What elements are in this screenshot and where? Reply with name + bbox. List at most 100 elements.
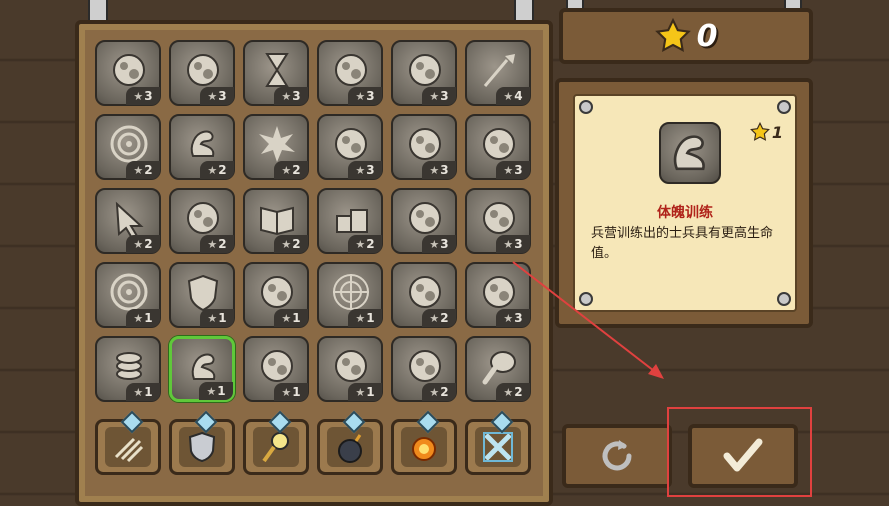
upgrade-cost-value: 2 xyxy=(366,237,375,251)
upgrade-cost-badge: ★ 2 xyxy=(422,383,456,401)
upgrade-cost-badge: ★ 3 xyxy=(200,87,234,105)
upgrade-tile[interactable]: ★ 1 xyxy=(169,262,235,328)
upgrade-tile[interactable]: ★ 1 xyxy=(169,336,235,402)
nail-icon xyxy=(777,292,791,306)
heavy-armor-icon xyxy=(483,276,515,308)
star-icon: ★ xyxy=(503,237,514,251)
star-icon: ★ xyxy=(429,163,440,177)
upgrade-tile[interactable]: ★ 2 xyxy=(317,188,383,254)
tower-tab[interactable] xyxy=(169,410,235,475)
star-icon: ★ xyxy=(133,311,144,325)
tower-tab-frame xyxy=(475,427,521,467)
upgrade-tile[interactable]: ★ 3 xyxy=(391,188,457,254)
star-icon: ★ xyxy=(207,163,218,177)
upgrade-tile[interactable]: ★ 3 xyxy=(243,40,309,106)
upgrade-cost-value: 2 xyxy=(144,163,153,177)
radar-icon xyxy=(333,274,369,310)
upgrade-cost-badge: ★ 2 xyxy=(126,161,160,179)
upgrade-tile[interactable]: ★ 1 xyxy=(243,262,309,328)
upgrade-cost-badge: ★ 1 xyxy=(200,309,234,327)
star-icon: ★ xyxy=(281,385,292,399)
upgrade-cost-badge: ★ 3 xyxy=(348,161,382,179)
upgrade-tile[interactable]: ★ 2 xyxy=(169,188,235,254)
upgrade-description: 兵营训练出的士兵具有更高生命值。 xyxy=(591,226,774,261)
star-icon: ★ xyxy=(281,163,292,177)
upgrade-tile[interactable]: ★ 3 xyxy=(317,114,383,180)
upgrade-cost-badge: ★ 2 xyxy=(274,235,308,253)
catapult-icon xyxy=(113,54,145,86)
upgrade-cost-value: 1 xyxy=(218,311,227,325)
upgrade-tile[interactable]: ★ 3 xyxy=(391,114,457,180)
tower-tab[interactable] xyxy=(465,410,531,475)
tower-tab-frame xyxy=(179,427,225,467)
info-cost: 1 xyxy=(749,122,783,142)
upgrade-tile[interactable]: ★ 3 xyxy=(317,40,383,106)
upgrade-cost-value: 1 xyxy=(292,385,301,399)
upgrade-tile[interactable]: ★ 2 xyxy=(243,188,309,254)
info-parchment: 1 体魄训练 兵营训练出的士兵具有更高生命值。 xyxy=(573,94,797,312)
viking-helmet-icon xyxy=(483,128,515,160)
upgrade-cost-value: 2 xyxy=(144,237,153,251)
whirlwind-icon xyxy=(409,202,441,234)
star-icon: ★ xyxy=(133,163,144,177)
upgrade-tile[interactable]: ★ 2 xyxy=(465,336,531,402)
tower-tab[interactable] xyxy=(243,410,309,475)
helmet-icon xyxy=(187,54,219,86)
upgrade-tile[interactable]: ★ 2 xyxy=(391,262,457,328)
muscle-arm-icon xyxy=(673,135,705,171)
tower-tab[interactable] xyxy=(95,410,161,475)
upgrade-cost-value: 3 xyxy=(514,237,523,251)
star-icon: ★ xyxy=(355,237,366,251)
star-icon: ★ xyxy=(503,311,514,325)
target-icon xyxy=(110,273,148,311)
tentacles-icon xyxy=(409,276,441,308)
barracks-tower-icon xyxy=(188,431,216,463)
upgrade-cost-badge: ★ 2 xyxy=(496,383,530,401)
upgrade-tile[interactable]: ★ 3 xyxy=(391,40,457,106)
upgrade-cost-value: 2 xyxy=(292,163,301,177)
upgrade-tile[interactable]: ★ 4 xyxy=(465,40,531,106)
upgrade-tile[interactable]: ★ 1 xyxy=(243,336,309,402)
chest-armor-icon xyxy=(483,202,515,234)
info-panel: 1 体魄训练 兵营训练出的士兵具有更高生命值。 xyxy=(555,78,813,328)
upgrade-cost-value: 3 xyxy=(440,163,449,177)
artillery-tower-icon xyxy=(338,434,362,463)
upgrade-cost-value: 2 xyxy=(218,163,227,177)
star-icon xyxy=(749,122,770,141)
upgrade-cost-badge: ★ 1 xyxy=(348,309,382,327)
upgrade-tile[interactable]: ★ 3 xyxy=(465,114,531,180)
upgrade-tile[interactable]: ★ 2 xyxy=(95,188,161,254)
upgrade-tile[interactable]: ★ 1 xyxy=(317,262,383,328)
spellbook-icon xyxy=(260,206,294,236)
crates-icon xyxy=(336,209,368,233)
upgrade-tile[interactable]: ★ 2 xyxy=(95,114,161,180)
reinforcements-icon xyxy=(483,432,513,462)
upgrade-tile[interactable]: ★ 1 xyxy=(317,336,383,402)
signboard-icon xyxy=(335,54,367,86)
upgrade-tile[interactable]: ★ 2 xyxy=(243,114,309,180)
upgrade-cost-badge: ★ 1 xyxy=(348,383,382,401)
upgrade-cost-badge: ★ 3 xyxy=(126,87,160,105)
upgrade-cost-badge: ★ 1 xyxy=(126,383,160,401)
upgrade-tile[interactable]: ★ 3 xyxy=(169,40,235,106)
upgrade-cost-value: 3 xyxy=(218,89,227,103)
tower-tab[interactable] xyxy=(317,410,383,475)
undo-button[interactable] xyxy=(562,424,672,488)
muscle-arm-icon xyxy=(190,130,215,157)
upgrade-tile[interactable]: ★ 3 xyxy=(465,188,531,254)
upgrade-tile[interactable]: ★ 2 xyxy=(391,336,457,402)
nail-icon xyxy=(579,292,593,306)
upgrade-cost-badge: ★ 1 xyxy=(274,383,308,401)
star-counter: 0 xyxy=(559,8,813,64)
upgrade-cost-value: 2 xyxy=(514,385,523,399)
upgrade-tile[interactable]: ★ 1 xyxy=(95,262,161,328)
upgrade-cost-badge: ★ 3 xyxy=(496,161,530,179)
upgrade-tile[interactable]: ★ 1 xyxy=(95,336,161,402)
splash-icon xyxy=(261,350,293,382)
meteors-icon xyxy=(409,54,441,86)
upgrade-tile[interactable]: ★ 3 xyxy=(95,40,161,106)
upgrade-tile[interactable]: ★ 3 xyxy=(465,262,531,328)
tower-tab[interactable] xyxy=(391,410,457,475)
upgrade-tile[interactable]: ★ 2 xyxy=(169,114,235,180)
info-cost-value: 1 xyxy=(771,122,783,142)
